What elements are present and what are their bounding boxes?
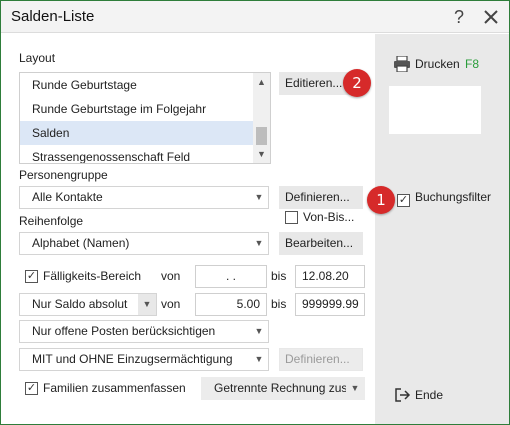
print-shortcut: F8 <box>465 57 480 71</box>
faelligkeit-von-label: von <box>161 269 181 283</box>
exit-icon <box>395 388 411 402</box>
layout-list-item[interactable]: Strassengenossenschaft Feld <box>20 145 254 163</box>
define-einzug-label: Definieren... <box>285 352 350 366</box>
faelligkeit-bis-label: bis <box>271 269 287 283</box>
chevron-down-icon: ▼ <box>346 378 364 399</box>
personengruppe-dropdown[interactable]: Alle Kontakte ▼ <box>19 186 269 209</box>
define-group-button[interactable]: Definieren... <box>279 186 363 209</box>
action-sidebar: Drucken F8 ✓ Buchungsfilter 1 Ende <box>367 34 509 424</box>
window-title: Salden-Liste <box>11 8 95 25</box>
von-bis-checkbox[interactable] <box>285 211 298 224</box>
scrollbar-thumb[interactable] <box>256 127 267 145</box>
question-icon[interactable]: ? <box>446 4 472 30</box>
bearbeiten-button[interactable]: Bearbeiten... <box>279 232 363 255</box>
chevron-down-icon: ▼ <box>250 187 268 208</box>
familien-checkbox[interactable]: ✓ <box>25 382 38 395</box>
define-group-label: Definieren... <box>285 190 350 204</box>
scroll-up-icon[interactable]: ▲ <box>253 75 270 89</box>
saldo-bis-label: bis <box>271 297 287 311</box>
buchungsfilter-label: Buchungsfilter <box>415 190 492 204</box>
define-einzug-button[interactable]: Definieren... <box>279 348 363 371</box>
chevron-down-icon: ▼ <box>250 349 268 370</box>
faelligkeit-label: Fälligkeits-Bereich <box>43 269 142 283</box>
main-panel: Layout Runde Geburtstage Runde Geburtsta… <box>1 34 375 424</box>
title-bar: Salden-Liste ? <box>1 1 509 33</box>
saldo-to-input[interactable]: 999999.99 <box>295 293 365 316</box>
print-button[interactable]: Drucken F8 <box>393 54 503 76</box>
layout-label: Layout <box>19 51 56 65</box>
chevron-down-icon: ▼ <box>138 294 156 315</box>
einzug-value: MIT und OHNE Einzugsermächtigung <box>32 352 233 366</box>
callout-badge-1: 1 <box>367 186 395 214</box>
layout-list-item-selected[interactable]: Salden <box>20 121 254 145</box>
saldo-mode-dropdown[interactable]: Nur Saldo absolut ▼ <box>19 293 157 316</box>
faelligkeit-from-input[interactable]: . . <box>195 265 267 288</box>
printer-icon <box>394 56 410 72</box>
chevron-down-icon: ▼ <box>250 321 268 342</box>
end-button[interactable]: Ende <box>395 386 475 406</box>
reihenfolge-label: Reihenfolge <box>19 214 84 228</box>
layout-list-item[interactable]: Runde Geburtstage <box>20 73 254 97</box>
bearbeiten-label: Bearbeiten... <box>285 236 354 250</box>
layout-list-item[interactable]: Runde Geburtstage im Folgejahr <box>20 97 254 121</box>
personengruppe-label: Personengruppe <box>19 168 108 182</box>
end-label: Ende <box>415 388 444 402</box>
reihenfolge-value: Alphabet (Namen) <box>32 236 130 250</box>
print-label: Drucken <box>415 57 460 71</box>
saldo-from-input[interactable]: 5.00 <box>195 293 267 316</box>
rechnung-dropdown[interactable]: Getrennte Rechnung zusa ▼ <box>201 377 365 400</box>
saldo-von-label: von <box>161 297 181 311</box>
chevron-down-icon: ▼ <box>250 233 268 254</box>
rechnung-value: Getrennte Rechnung zusa <box>214 381 355 395</box>
preview-box <box>389 86 481 134</box>
dialog-window: Salden-Liste ? Layout Runde Geburtstage … <box>0 0 510 425</box>
edit-layout-label: Editieren... <box>285 76 343 90</box>
reihenfolge-dropdown[interactable]: Alphabet (Namen) ▼ <box>19 232 269 255</box>
close-icon[interactable] <box>478 4 504 30</box>
offene-posten-dropdown[interactable]: Nur offene Posten berücksichtigen ▼ <box>19 320 269 343</box>
saldo-mode-value: Nur Saldo absolut <box>32 297 128 311</box>
scroll-down-icon[interactable]: ▼ <box>253 147 270 161</box>
von-bis-label: Von-Bis... <box>303 210 355 224</box>
faelligkeit-to-input[interactable]: 12.08.20 <box>295 265 365 288</box>
layout-listbox[interactable]: Runde Geburtstage Runde Geburtstage im F… <box>19 72 271 164</box>
offene-posten-value: Nur offene Posten berücksichtigen <box>32 324 216 338</box>
einzug-dropdown[interactable]: MIT und OHNE Einzugsermächtigung ▼ <box>19 348 269 371</box>
familien-label: Familien zusammenfassen <box>43 381 186 395</box>
faelligkeit-checkbox[interactable]: ✓ <box>25 270 38 283</box>
buchungsfilter-checkbox[interactable]: ✓ <box>397 194 410 207</box>
callout-badge-2: 2 <box>343 69 371 97</box>
layout-scrollbar[interactable]: ▲ ▼ <box>253 73 270 163</box>
personengruppe-value: Alle Kontakte <box>32 190 103 204</box>
